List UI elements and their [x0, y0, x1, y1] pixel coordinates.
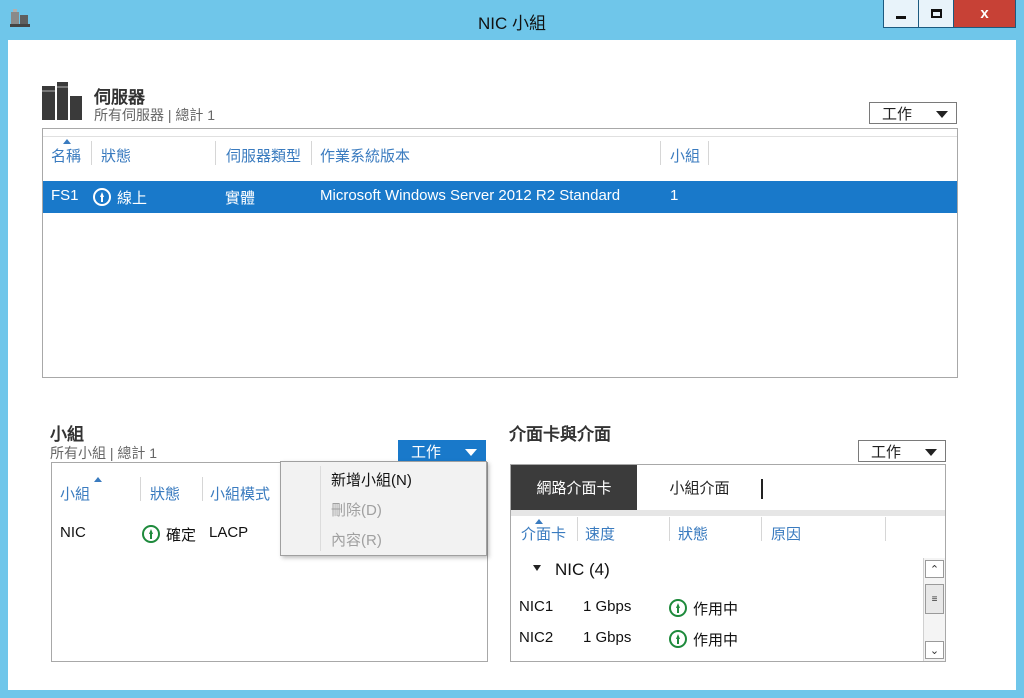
column-divider	[215, 141, 216, 165]
title-bar: NIC 小組 x	[0, 0, 1024, 40]
tasks-menu: 新增小組(N) 刪除(D) 內容(R)	[280, 461, 487, 556]
chevron-down-icon	[936, 111, 948, 118]
server-os: Microsoft Windows Server 2012 R2 Standar…	[320, 187, 621, 204]
sort-ascending-icon	[94, 477, 102, 482]
server-row-fs1[interactable]: FS1 線上 實體 Microsoft Windows Server 2012 …	[43, 181, 957, 213]
servers-subtitle: 所有伺服器 | 總計 1	[94, 107, 216, 123]
column-divider	[708, 141, 709, 165]
adapter-name: NIC2	[519, 629, 554, 646]
adapters-scrollbar[interactable]: ⌃ ≡ ⌄	[923, 558, 945, 661]
team-mode: LACP	[209, 524, 249, 541]
window-title: NIC 小組	[478, 14, 546, 33]
status-active-icon	[669, 599, 687, 617]
chevron-down-icon	[925, 449, 937, 456]
adapters-tasks-label: 工作	[871, 443, 902, 461]
teams-col-mode[interactable]: 小組模式	[210, 483, 270, 504]
status-active-icon	[669, 630, 687, 648]
column-divider	[885, 517, 886, 541]
close-button[interactable]: x	[953, 0, 1016, 28]
status-ok-icon	[142, 525, 160, 543]
column-divider	[669, 517, 670, 541]
column-divider	[91, 141, 92, 165]
servers-tasks-label: 工作	[882, 105, 913, 123]
adapter-name: NIC1	[519, 598, 554, 615]
menu-gutter	[320, 466, 321, 551]
adapter-group-label[interactable]: NIC (4)	[555, 560, 610, 580]
adapter-status-text: 作用中	[693, 632, 739, 649]
scroll-up-button[interactable]: ⌃	[925, 560, 944, 578]
adapter-speed: 1 Gbps	[583, 598, 632, 615]
tab-team-interfaces[interactable]: 小組介面	[637, 465, 762, 510]
teams-tasks-label: 工作	[411, 443, 442, 461]
scroll-thumb[interactable]: ≡	[925, 584, 944, 614]
online-arrow-icon	[93, 188, 111, 206]
adapters-col-speed[interactable]: 速度	[585, 523, 615, 544]
team-status-text: 確定	[166, 527, 197, 544]
column-divider	[577, 517, 578, 541]
adapter-status-text: 作用中	[693, 601, 739, 618]
main-client: 伺服器 所有伺服器 | 總計 1 工作 名稱 狀態 伺服器類型 作業系統版本 小…	[8, 40, 1016, 690]
adapter-speed: 1 Gbps	[583, 629, 632, 646]
server-name: FS1	[51, 187, 79, 204]
collapse-arrow-icon[interactable]	[533, 565, 541, 571]
sort-ascending-icon	[63, 139, 71, 144]
server-type: 實體	[225, 190, 256, 207]
adapters-col-status[interactable]: 狀態	[678, 523, 708, 544]
team-status: 確定	[142, 524, 196, 545]
tab-underline	[511, 510, 945, 516]
servers-col-name[interactable]: 名稱	[51, 145, 81, 166]
servers-filter-strip	[43, 129, 957, 137]
adapter-status: 作用中	[669, 598, 738, 619]
minimize-icon	[896, 16, 906, 19]
teams-col-status[interactable]: 狀態	[150, 483, 180, 504]
server-status-text: 線上	[117, 190, 148, 207]
servers-panel: 名稱 狀態 伺服器類型 作業系統版本 小組 FS1 線上 實體 Microsof…	[42, 128, 958, 378]
teams-subtitle: 所有小組 | 總計 1	[50, 445, 158, 461]
teams-col-team[interactable]: 小組	[60, 483, 90, 504]
column-divider	[761, 517, 762, 541]
servers-col-type[interactable]: 伺服器類型	[226, 145, 301, 166]
column-divider	[202, 477, 203, 501]
servers-col-status[interactable]: 狀態	[101, 145, 131, 166]
adapter-row-nic1[interactable]: NIC1 1 Gbps 作用中	[511, 593, 921, 621]
teams-heading: 小組	[50, 425, 84, 444]
adapters-tasks-button[interactable]: 工作	[858, 440, 946, 462]
menu-item-new-team[interactable]: 新增小組(N)	[331, 469, 412, 490]
servers-col-os[interactable]: 作業系統版本	[320, 145, 410, 166]
menu-item-delete[interactable]: 刪除(D)	[331, 499, 382, 520]
maximize-button[interactable]	[918, 0, 954, 28]
chevron-down-icon	[465, 449, 477, 456]
text-cursor	[761, 479, 763, 499]
server-teams: 1	[670, 187, 679, 204]
minimize-button[interactable]	[883, 0, 919, 28]
adapter-status: 作用中	[669, 629, 738, 650]
tab-network-adapters[interactable]: 網路介面卡	[511, 465, 637, 510]
adapters-heading: 介面卡與介面	[509, 425, 611, 444]
close-icon: x	[980, 5, 989, 22]
adapters-col-reason[interactable]: 原因	[771, 523, 801, 544]
adapter-row-nic2[interactable]: NIC2 1 Gbps 作用中	[511, 624, 921, 652]
server-status: 線上	[93, 187, 147, 208]
menu-item-properties[interactable]: 內容(R)	[331, 529, 382, 550]
server-icon	[42, 82, 82, 120]
servers-tasks-button[interactable]: 工作	[869, 102, 957, 124]
teams-tasks-button[interactable]: 工作	[398, 440, 486, 462]
maximize-icon	[930, 9, 942, 18]
adapters-col-adapter[interactable]: 介面卡	[521, 523, 566, 544]
column-divider	[660, 141, 661, 165]
column-divider	[140, 477, 141, 501]
column-divider	[311, 141, 312, 165]
servers-col-teams[interactable]: 小組	[670, 145, 700, 166]
adapters-panel: 網路介面卡 小組介面 介面卡 速度 狀態 原因 NIC (4) NIC1 1 G…	[510, 464, 946, 662]
scroll-down-button[interactable]: ⌄	[925, 641, 944, 659]
team-name: NIC	[60, 524, 86, 541]
